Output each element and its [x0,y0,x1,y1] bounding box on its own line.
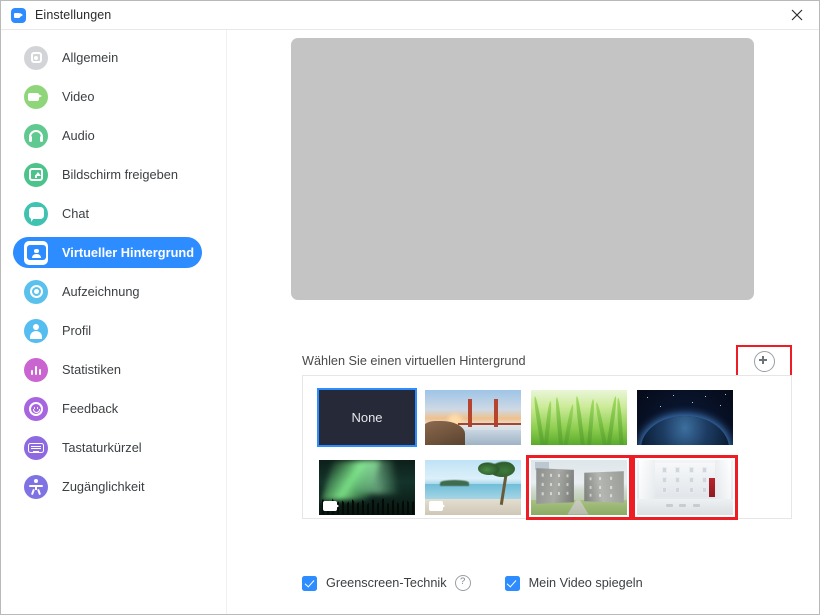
close-button[interactable] [775,1,819,29]
sidebar-item-aufzeichnung[interactable]: Aufzeichnung [13,276,202,307]
atrium-interior-image [637,459,733,515]
greenscreen-label: Greenscreen-Technik [326,576,447,590]
close-icon [791,9,803,21]
sidebar-item-label: Audio [62,128,95,143]
background-option-aurora[interactable] [319,459,415,515]
person-icon [24,318,48,343]
video-badge-icon [429,500,445,511]
earth-space-image [637,389,733,445]
video-badge-icon [323,500,339,511]
accessibility-icon [24,474,48,499]
bar-chart-icon [24,357,48,382]
sidebar-item-label: Profil [62,323,92,338]
sidebar-item-statistiken[interactable]: Statistiken [13,354,202,385]
background-option-grass[interactable] [531,389,627,445]
options-row: Greenscreen-Technik ? Mein Video spiegel… [302,575,643,591]
list-item [526,387,632,447]
grass-image [531,389,627,445]
person-card-icon [24,240,48,265]
video-preview [291,38,754,300]
settings-window: Einstellungen Allgemein Video Audio Bild… [0,0,820,615]
headset-icon [24,123,48,148]
background-option-space[interactable] [637,389,733,445]
background-option-label: None [351,409,383,425]
building-exterior-image [531,459,627,515]
chat-bubble-icon [24,201,48,226]
sidebar-item-label: Virtueller Hintergrund [62,245,195,260]
checkbox-checked-icon[interactable] [302,575,317,591]
screen-share-icon [24,162,48,187]
mirror-video-checkbox[interactable]: Mein Video spiegeln [504,575,643,591]
sidebar-item-allgemein[interactable]: Allgemein [13,42,202,73]
golden-gate-image [425,389,521,445]
sidebar-item-label: Tastaturkürzel [62,440,142,455]
list-item [314,457,420,517]
sidebar: Allgemein Video Audio Bildschirm freigeb… [1,30,227,614]
sidebar-item-virtueller-hintergrund[interactable]: Virtueller Hintergrund [13,237,202,268]
list-item: None [314,387,420,447]
sidebar-item-label: Chat [62,206,90,221]
record-target-icon [24,279,48,304]
sidebar-item-audio[interactable]: Audio [13,120,202,151]
background-option-none[interactable]: None [317,387,417,447]
sidebar-item-zugaenglichkeit[interactable]: Zugänglichkeit [13,471,202,502]
background-option-golden-gate[interactable] [425,389,521,445]
sidebar-item-label: Feedback [62,401,119,416]
mirror-video-label: Mein Video spiegeln [528,576,643,590]
sidebar-item-label: Statistiken [62,362,122,377]
background-option-building-exterior[interactable] [526,454,632,520]
sidebar-item-chat[interactable]: Chat [13,198,202,229]
gear-icon [24,45,48,70]
background-option-beach[interactable] [425,459,521,515]
sidebar-item-label: Zugänglichkeit [62,479,145,494]
list-item [420,387,526,447]
list-item [632,387,738,447]
background-option-atrium-interior[interactable] [632,454,738,520]
checkbox-checked-icon[interactable] [504,575,520,591]
main-content: Wählen Sie einen virtuellen Hintergrund … [228,30,819,614]
sidebar-item-video[interactable]: Video [13,81,202,112]
list-item [632,454,738,520]
sidebar-item-profil[interactable]: Profil [13,315,202,346]
list-item [526,454,632,520]
zoom-camera-icon [11,7,26,23]
sidebar-item-label: Video [62,89,95,104]
sidebar-item-label: Bildschirm freigeben [62,167,178,182]
video-camera-icon [24,84,48,109]
background-thumbnails: None [302,375,792,520]
smiley-icon [24,396,48,421]
help-icon[interactable]: ? [454,575,471,591]
add-background-highlight [736,345,792,377]
greenscreen-checkbox[interactable]: Greenscreen-Technik [302,575,447,591]
list-item [420,457,526,517]
title-bar: Einstellungen [1,1,819,30]
sidebar-item-feedback[interactable]: Feedback [13,393,202,424]
plus-circle-icon[interactable] [753,350,775,372]
sidebar-item-label: Allgemein [62,50,119,65]
window-title: Einstellungen [35,8,112,22]
section-title: Wählen Sie einen virtuellen Hintergrund [302,354,526,368]
sidebar-item-tastaturkuerzel[interactable]: Tastaturkürzel [13,432,202,463]
sidebar-item-label: Aufzeichnung [62,284,140,299]
sidebar-item-bildschirm-freigeben[interactable]: Bildschirm freigeben [13,159,202,190]
keyboard-icon [24,435,48,460]
